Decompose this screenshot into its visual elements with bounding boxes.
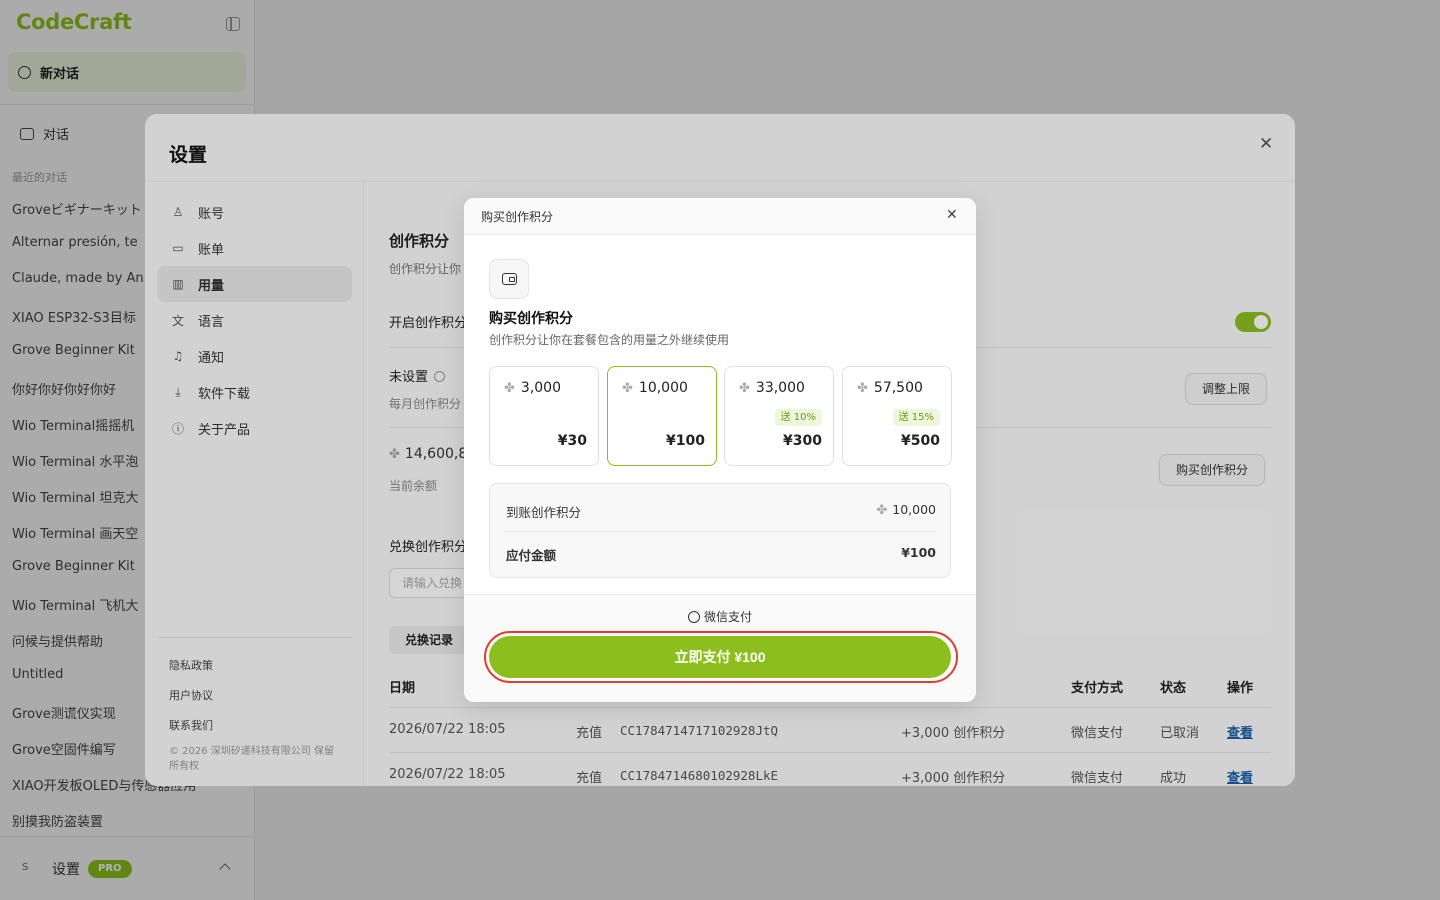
- credit-package-option-selected[interactable]: ✤ 10,000 ¥100: [607, 366, 717, 466]
- dialog-heading: 购买创作积分: [489, 311, 573, 327]
- credit-package-option[interactable]: ✤ 3,000 ¥30: [489, 366, 599, 466]
- summary-credits-value: 10,000: [892, 502, 936, 517]
- package-price: ¥100: [666, 433, 705, 449]
- package-credits: ✤ 57,500: [857, 380, 923, 396]
- buy-credits-dialog: 购买创作积分 ✕ 购买创作积分 创作积分让你在套餐包含的用量之外继续使用 ✤ 3,…: [464, 198, 976, 702]
- credits-sparkle-icon: ✤: [622, 381, 633, 396]
- summary-amount-label: 应付金额: [506, 548, 557, 563]
- package-credits-value: 57,500: [873, 380, 923, 396]
- package-price: ¥300: [783, 433, 822, 449]
- dialog-footer: 微信支付 立即支付 ¥100: [464, 594, 976, 702]
- package-credits-value: 3,000: [520, 380, 561, 396]
- close-icon[interactable]: ✕: [946, 207, 958, 223]
- divider: [506, 531, 936, 532]
- package-credits: ✤ 3,000: [504, 380, 561, 396]
- summary-credits-label: 到账创作积分: [506, 505, 582, 520]
- package-credits: ✤ 10,000: [622, 380, 688, 396]
- payment-method-label: 微信支付: [703, 610, 752, 624]
- dialog-title: 购买创作积分: [481, 210, 554, 224]
- dialog-header: 购买创作积分 ✕: [464, 198, 976, 235]
- wallet-icon-tile: [489, 259, 529, 299]
- summary-credits-value-wrap: ✤ 10,000: [876, 502, 936, 518]
- wallet-icon: [501, 273, 517, 285]
- credit-package-option[interactable]: ✤ 33,000 送 10% ¥300: [724, 366, 834, 466]
- package-price: ¥500: [901, 433, 940, 449]
- pay-now-button[interactable]: 立即支付 ¥100: [489, 636, 951, 678]
- dialog-subheading: 创作积分让你在套餐包含的用量之外继续使用: [489, 333, 730, 347]
- credits-sparkle-icon: ✤: [857, 381, 868, 396]
- order-summary: 到账创作积分 ✤ 10,000 应付金额 ¥100: [489, 483, 951, 578]
- package-price: ¥30: [557, 433, 587, 449]
- package-credits-value: 10,000: [638, 380, 688, 396]
- package-credits: ✤ 33,000: [739, 380, 805, 396]
- credits-sparkle-icon: ✤: [504, 381, 515, 396]
- bonus-badge: 送 10%: [774, 409, 822, 426]
- credit-package-option[interactable]: ✤ 57,500 送 15% ¥500: [842, 366, 952, 466]
- summary-amount-row: 应付金额 ¥100: [506, 545, 936, 564]
- summary-amount-value: ¥100: [901, 545, 936, 560]
- package-credits-value: 33,000: [755, 380, 805, 396]
- payment-method[interactable]: 微信支付: [464, 608, 976, 625]
- wechat-pay-icon: [687, 611, 700, 623]
- credits-sparkle-icon: ✤: [739, 381, 750, 396]
- summary-credits-row: 到账创作积分 ✤ 10,000: [506, 502, 936, 521]
- bonus-badge: 送 15%: [892, 409, 940, 426]
- credits-sparkle-icon: ✤: [876, 503, 888, 518]
